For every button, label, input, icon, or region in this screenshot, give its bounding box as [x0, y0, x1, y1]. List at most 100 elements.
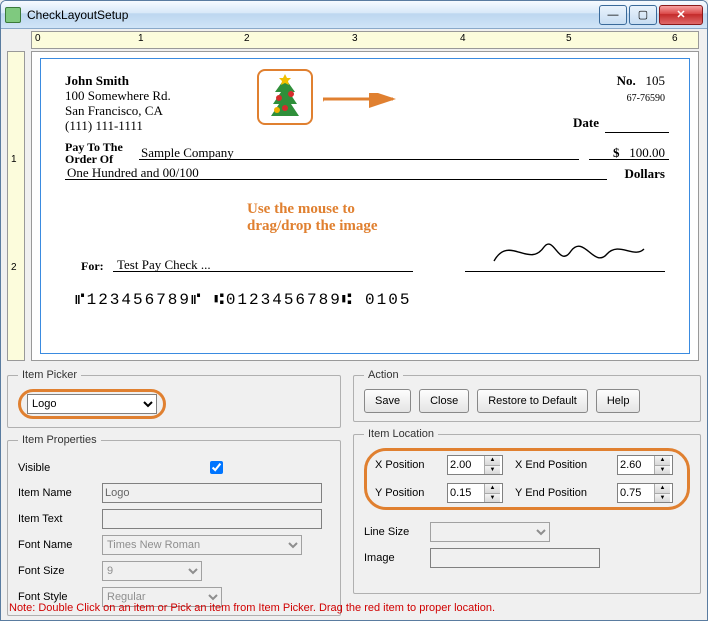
check-number-value: 105 — [646, 73, 666, 88]
annotation-line: Use the mouse to — [247, 201, 355, 217]
ruler-vertical: 1 2 — [7, 51, 25, 361]
x-end-position-label: X End Position — [515, 459, 611, 471]
y-end-position-input[interactable] — [618, 484, 654, 502]
payer-block: John Smith 100 Somewhere Rd. San Francis… — [65, 73, 171, 133]
titlebar[interactable]: CheckLayoutSetup — ▢ ✕ — [1, 1, 707, 29]
ruler-label: 1 — [11, 154, 17, 165]
item-picker-group: Item Picker Logo — [7, 369, 341, 428]
restore-default-button[interactable]: Restore to Default — [477, 389, 588, 413]
y-position-input[interactable] — [448, 484, 484, 502]
amount-value: 100.00 — [613, 145, 665, 161]
item-name-label: Item Name — [18, 487, 102, 499]
panels: Item Picker Logo Item Properties Visible… — [7, 369, 701, 594]
tree-icon — [265, 74, 305, 120]
location-highlight: X Position ▲▼ X End Position ▲▼ Y Positi… — [364, 448, 690, 510]
x-position-stepper[interactable]: ▲▼ — [447, 455, 503, 475]
save-button[interactable]: Save — [364, 389, 411, 413]
x-position-input[interactable] — [448, 456, 484, 474]
action-group: Action Save Close Restore to Default Hel… — [353, 369, 701, 422]
memo-label: For: — [81, 259, 104, 274]
image-field — [430, 548, 600, 568]
spin-up-icon[interactable]: ▲ — [654, 456, 670, 466]
ruler-label: 6 — [672, 33, 678, 44]
left-column: Item Picker Logo Item Properties Visible… — [7, 369, 341, 594]
item-properties-legend: Item Properties — [18, 434, 101, 446]
spin-down-icon[interactable]: ▼ — [654, 494, 670, 503]
image-label: Image — [364, 552, 430, 564]
spin-up-icon[interactable]: ▲ — [654, 484, 670, 494]
item-picker-select[interactable]: Logo — [27, 394, 157, 414]
ruler-label: 2 — [11, 262, 17, 273]
font-size-label: Font Size — [18, 565, 102, 577]
minimize-button[interactable]: — — [599, 5, 627, 25]
x-end-position-stepper[interactable]: ▲▼ — [617, 455, 673, 475]
payer-phone: (111) 111-1111 — [65, 118, 143, 133]
footer-note: Note: Double Click on an item or Pick an… — [9, 602, 699, 614]
date-line — [605, 132, 669, 133]
check-preview: John Smith 100 Somewhere Rd. San Francis… — [40, 58, 690, 354]
signature-icon — [489, 229, 649, 276]
window-title: CheckLayoutSetup — [27, 8, 597, 22]
annotation-line: drag/drop the image — [247, 218, 378, 234]
font-size-select: 9 — [102, 561, 202, 581]
line-size-label: Line Size — [364, 526, 430, 538]
item-location-legend: Item Location — [364, 428, 438, 440]
y-position-stepper[interactable]: ▲▼ — [447, 483, 503, 503]
amount-words: One Hundred and 00/100 — [67, 165, 199, 181]
logo-item[interactable] — [257, 69, 313, 125]
picker-highlight: Logo — [18, 389, 166, 419]
y-end-position-label: Y End Position — [515, 487, 611, 499]
y-end-position-stepper[interactable]: ▲▼ — [617, 483, 673, 503]
x-position-label: X Position — [375, 459, 441, 471]
ruler-horizontal: 0 1 2 3 4 5 6 — [31, 31, 699, 49]
maximize-button[interactable]: ▢ — [629, 5, 657, 25]
ruler-label: 0 — [35, 33, 41, 44]
ruler-label: 1 — [138, 33, 144, 44]
dollars-label: Dollars — [625, 166, 665, 182]
spin-up-icon[interactable]: ▲ — [484, 456, 500, 466]
font-name-label: Font Name — [18, 539, 102, 551]
item-picker-legend: Item Picker — [18, 369, 81, 381]
item-text-field — [102, 509, 322, 529]
action-legend: Action — [364, 369, 403, 381]
spin-down-icon[interactable]: ▼ — [484, 494, 500, 503]
item-text-label: Item Text — [18, 513, 102, 525]
item-location-group: Item Location X Position ▲▼ X End Positi… — [353, 428, 701, 594]
spin-down-icon[interactable]: ▼ — [654, 466, 670, 475]
payer-addr1: 100 Somewhere Rd. — [65, 88, 171, 103]
memo-value: Test Pay Check ... — [117, 257, 211, 273]
right-column: Action Save Close Restore to Default Hel… — [353, 369, 701, 594]
check-number: No. 105 — [617, 73, 665, 89]
payto-value: Sample Company — [141, 145, 234, 161]
visible-label: Visible — [18, 462, 102, 474]
spin-up-icon[interactable]: ▲ — [484, 484, 500, 494]
ruler-label: 5 — [566, 33, 572, 44]
ruler-label: 2 — [244, 33, 250, 44]
payto-label-2: Order Of — [65, 152, 113, 166]
date-label: Date — [573, 115, 599, 131]
annotation-text: Use the mouse to drag/drop the image — [247, 201, 378, 235]
check-canvas[interactable]: John Smith 100 Somewhere Rd. San Francis… — [31, 51, 699, 361]
item-properties-group: Item Properties Visible Item Name Item T… — [7, 434, 341, 616]
app-icon — [5, 7, 21, 23]
client-area: 0 1 2 3 4 5 6 1 2 John Smith 100 Somewhe… — [1, 29, 707, 620]
font-name-select: Times New Roman — [102, 535, 302, 555]
line-size-select — [430, 522, 550, 542]
close-action-button[interactable]: Close — [419, 389, 469, 413]
spin-down-icon[interactable]: ▼ — [484, 466, 500, 475]
y-position-label: Y Position — [375, 487, 441, 499]
ruler-label: 3 — [352, 33, 358, 44]
x-end-position-input[interactable] — [618, 456, 654, 474]
ruler-label: 4 — [460, 33, 466, 44]
payer-name: John Smith — [65, 73, 129, 88]
item-name-field — [102, 483, 322, 503]
payer-addr2: San Francisco, CA — [65, 103, 163, 118]
visible-checkbox[interactable] — [106, 461, 327, 474]
routing-small: 67-76590 — [627, 93, 665, 104]
payto-label: Pay To The Order Of — [65, 141, 123, 165]
check-number-label: No. — [617, 73, 636, 88]
micr-line: ⑈123456789⑈ ⑆0123456789⑆ 0105 — [75, 291, 411, 309]
app-window: CheckLayoutSetup — ▢ ✕ 0 1 2 3 4 5 6 1 2… — [0, 0, 708, 621]
close-button[interactable]: ✕ — [659, 5, 703, 25]
help-button[interactable]: Help — [596, 389, 641, 413]
